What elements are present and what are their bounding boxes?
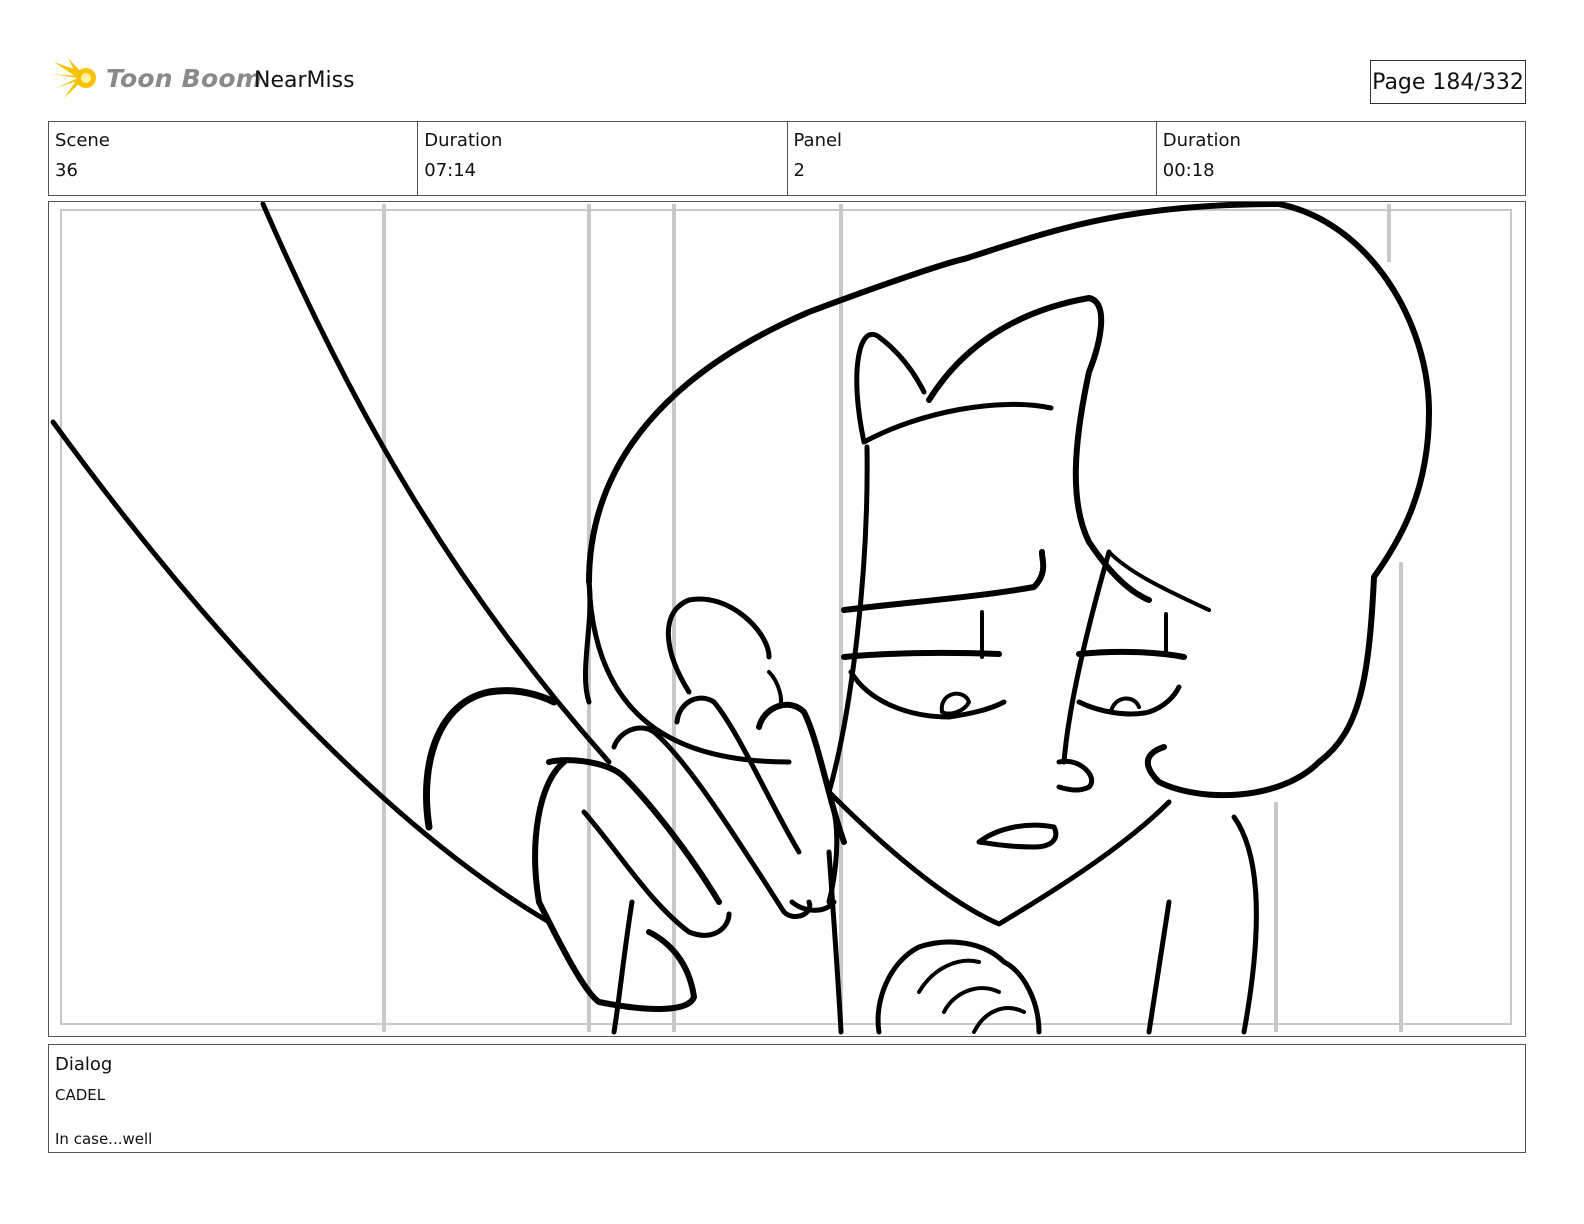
panel-duration-label: Duration [1162,130,1241,151]
dialog-character-name: CADEL [55,1086,106,1104]
scene-duration-cell: Duration 07:14 [418,122,788,195]
logo-wordmark: Toon Boom [106,63,262,93]
storyboard-panel [48,201,1526,1037]
dialog-box: Dialog CADEL In case...well [48,1044,1526,1153]
toon-boom-logo: Toon Boom [52,56,262,100]
dialog-line: In case...well [55,1130,153,1148]
storyboard-header: Toon Boom NearMiss Page 184/332 [48,52,1526,112]
scene-cell: Scene 36 [49,122,419,195]
panel-sketch [50,202,1512,1035]
scene-label: Scene [55,130,110,151]
page-indicator: Page 184/332 [1370,60,1526,104]
star-burst-icon [52,58,96,98]
panel-duration-cell: Duration 00:18 [1157,122,1525,195]
scene-info-table: Scene 36 Duration 07:14 Panel 2 Duration… [48,121,1526,196]
panel-label: Panel [793,130,843,151]
scene-duration-value: 07:14 [424,160,477,181]
character-linework [50,202,1432,1035]
dialog-label: Dialog [55,1054,113,1075]
project-name: NearMiss [254,68,355,93]
panel-duration-value: 00:18 [1162,160,1215,181]
safe-area-guide [60,209,1512,1025]
panel-value: 2 [793,160,805,181]
scene-duration-label: Duration [424,130,503,151]
background-bars [382,204,1403,1032]
scene-value: 36 [55,160,78,181]
panel-cell: Panel 2 [788,122,1157,195]
